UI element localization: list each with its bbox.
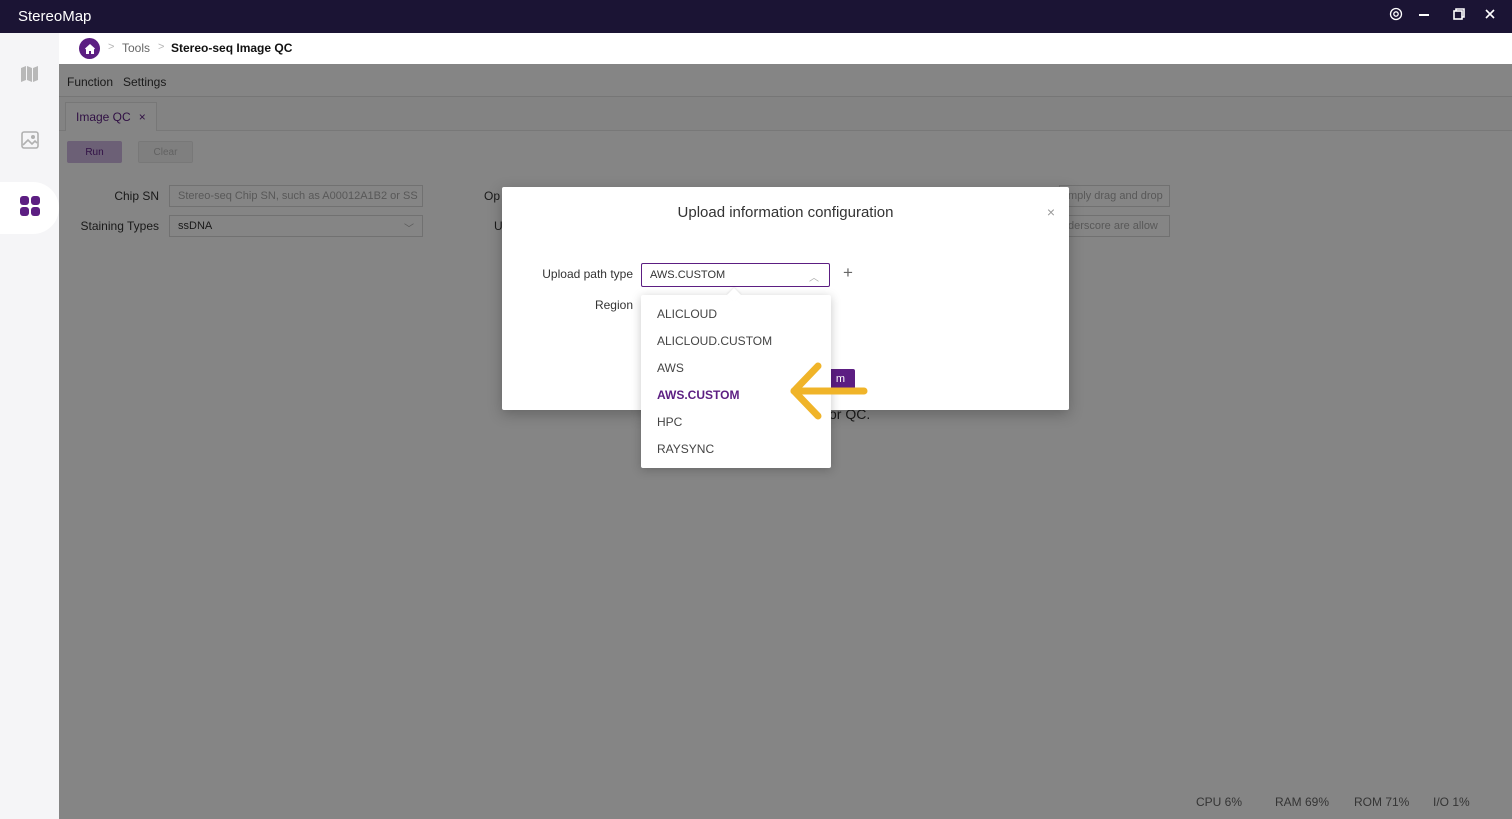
close-icon[interactable] <box>1480 7 1500 26</box>
left-nav <box>0 33 59 819</box>
upload-path-type-value: AWS.CUSTOM <box>650 269 726 281</box>
app-title: StereoMap <box>18 8 92 25</box>
region-label: Region <box>594 298 633 312</box>
dialog-close-icon[interactable]: × <box>1047 204 1055 220</box>
option-raysync[interactable]: RAYSYNC <box>641 436 831 463</box>
map-icon <box>19 65 41 88</box>
nav-tools[interactable] <box>0 182 59 234</box>
restore-icon[interactable] <box>1449 7 1469 26</box>
option-alicloud[interactable]: ALICLOUD <box>641 301 831 328</box>
breadcrumb: > Tools > Stereo-seq Image QC <box>59 33 1512 64</box>
dialog-title: Upload information configuration <box>677 204 894 221</box>
minimize-icon[interactable] <box>1414 7 1434 26</box>
image-icon <box>20 130 40 155</box>
add-icon[interactable]: + <box>843 263 853 283</box>
nav-image[interactable] <box>0 116 59 168</box>
settings-icon[interactable] <box>1386 7 1406 26</box>
home-icon[interactable] <box>79 38 100 59</box>
chevron-right-icon: > <box>158 41 165 53</box>
breadcrumb-current: Stereo-seq Image QC <box>171 41 293 55</box>
chevron-right-icon: > <box>108 41 115 53</box>
apps-grid-icon <box>19 195 41 222</box>
upload-path-type-label: Upload path type <box>542 267 633 281</box>
option-alicloud-custom[interactable]: ALICLOUD.CUSTOM <box>641 328 831 355</box>
nav-map[interactable] <box>0 50 59 102</box>
chevron-up-icon: ︿ <box>809 273 819 284</box>
annotation-arrow-icon <box>784 360 870 427</box>
breadcrumb-tools[interactable]: Tools <box>122 41 150 55</box>
upload-path-type-select[interactable]: AWS.CUSTOM ︿ <box>641 263 830 287</box>
title-bar: StereoMap <box>0 0 1512 33</box>
